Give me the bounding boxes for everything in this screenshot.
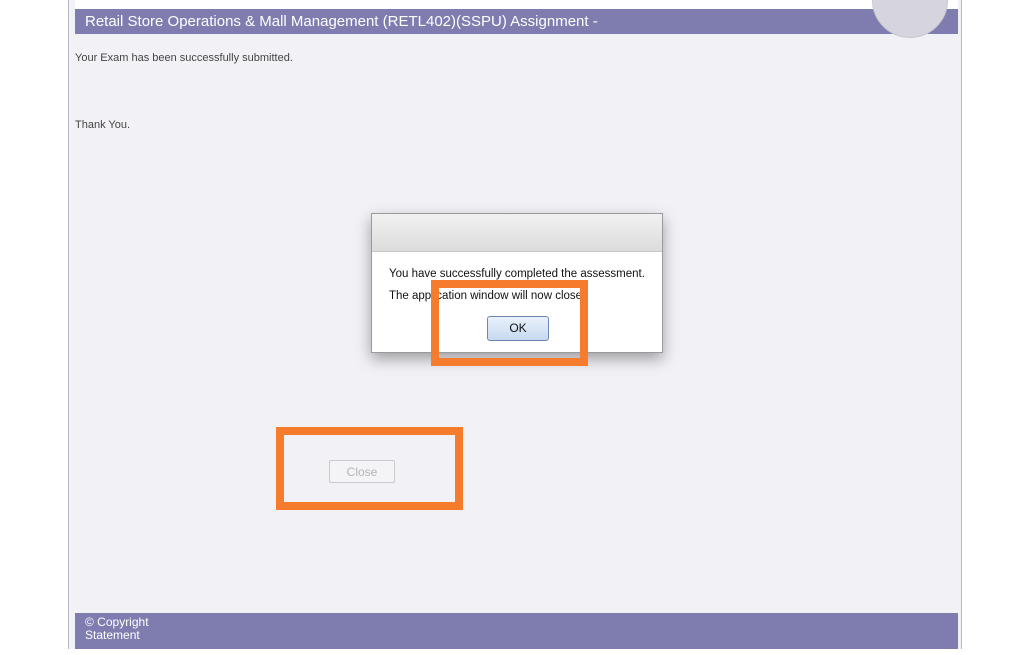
- dialog-message-line-1: You have successfully completed the asse…: [389, 268, 645, 280]
- screenshot-viewport: Retail Store Operations & Mall Managemen…: [0, 0, 1013, 655]
- footer-bar: © Copyright Statement: [75, 613, 958, 649]
- completion-dialog: You have successfully completed the asse…: [371, 213, 663, 353]
- submission-message: Your Exam has been successfully submitte…: [75, 52, 293, 64]
- dialog-message-line-2: The application window will now close.: [389, 290, 586, 302]
- copyright-statement-text[interactable]: Statement: [85, 629, 958, 642]
- ok-button[interactable]: OK: [487, 316, 549, 341]
- exam-title: Retail Store Operations & Mall Managemen…: [85, 13, 598, 30]
- close-button[interactable]: Close: [329, 460, 395, 483]
- dialog-titlebar[interactable]: [372, 214, 662, 252]
- top-strip: [75, 0, 958, 9]
- thank-you-message: Thank You.: [75, 119, 131, 131]
- copyright-text[interactable]: © Copyright: [85, 616, 958, 629]
- exam-title-bar: Retail Store Operations & Mall Managemen…: [75, 9, 958, 34]
